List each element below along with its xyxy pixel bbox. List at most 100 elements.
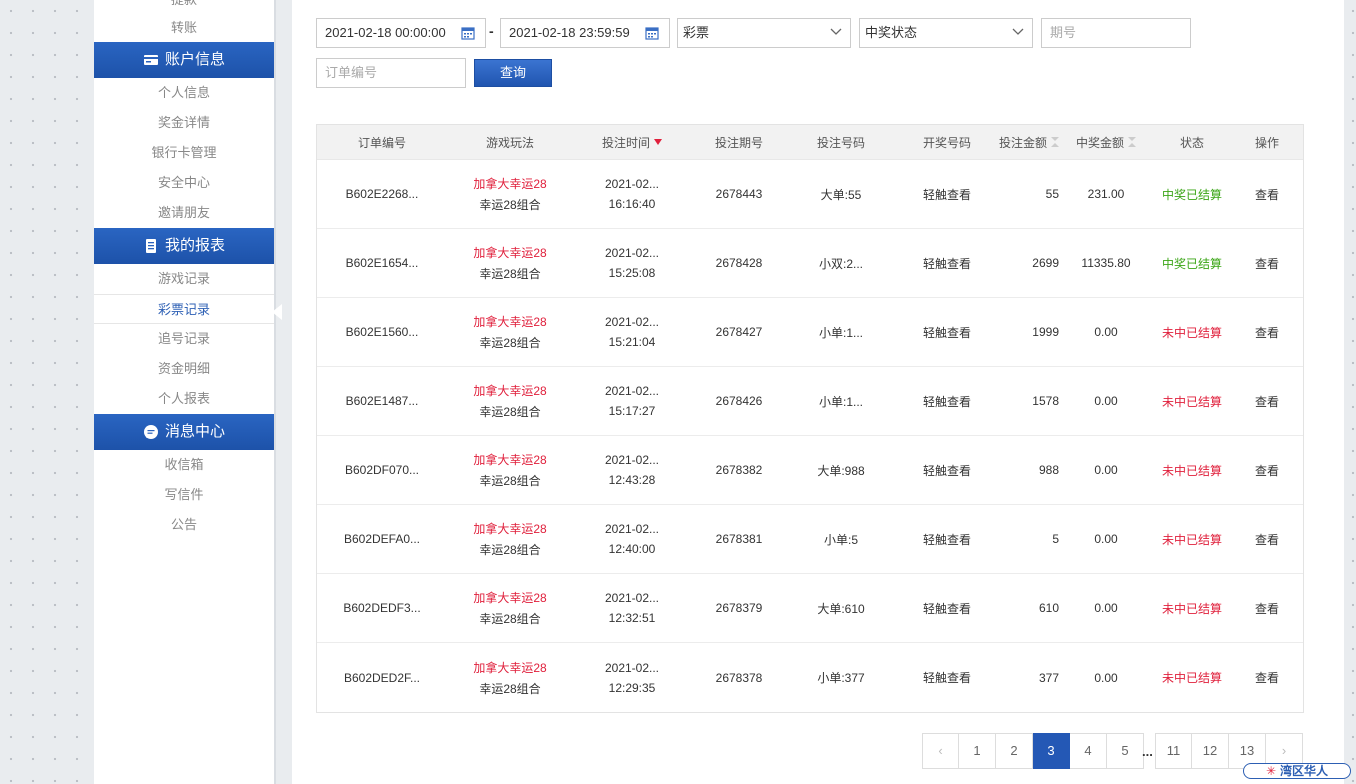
watermark-text: 湾区华人: [1280, 764, 1329, 778]
game-name: 加拿大幸运28: [473, 660, 547, 675]
calendar-icon[interactable]: [461, 26, 475, 40]
prev-page-button[interactable]: ‹: [922, 733, 959, 769]
sidebar-item-bankcard[interactable]: 银行卡管理: [94, 138, 274, 168]
watermark-logo: ✳ 湾区华人: [1243, 763, 1351, 779]
game-cell: 加拿大幸运28 幸运28组合: [447, 436, 573, 504]
bet-amount: 988: [1038, 463, 1059, 477]
table-row: B602DEFA0... 加拿大幸运28 幸运28组合 2021-02... 12:40…: [317, 505, 1303, 574]
sidebar-item-funds[interactable]: 资金明细: [94, 354, 274, 384]
section-header-reports[interactable]: 我的报表: [94, 228, 274, 264]
lottery-select[interactable]: 彩票: [677, 18, 851, 48]
bet-time: 15:25:08: [608, 266, 656, 280]
section-header-messages[interactable]: 消息中心: [94, 414, 274, 450]
game-cell: 加拿大幸运28 幸运28组合: [447, 643, 573, 712]
bet-date: 2021-02...: [604, 177, 660, 191]
bet-amount: 377: [1038, 670, 1059, 685]
page-button-current[interactable]: 3: [1033, 733, 1070, 769]
sidebar-item-inbox[interactable]: 收信箱: [94, 450, 274, 480]
page-button[interactable]: 2: [996, 733, 1033, 769]
table-row: B602DF070... 加拿大幸运28 幸运28组合 2021-02... 12:43…: [317, 436, 1303, 505]
bet-time-cell: 2021-02... 15:17:27: [573, 367, 691, 435]
start-time-field[interactable]: 2021-02-18 00:00:00: [316, 18, 486, 48]
draw-view-link[interactable]: 轻触查看: [895, 574, 999, 642]
active-item-pointer: [272, 304, 282, 320]
game-name: 加拿大幸运28: [473, 246, 547, 260]
sidebar-item-game-records[interactable]: 游戏记录: [94, 264, 274, 294]
sidebar-item-withdraw[interactable]: 提款: [94, 0, 274, 14]
query-button[interactable]: 查询: [474, 59, 552, 87]
bet-date: 2021-02...: [604, 315, 660, 329]
sidebar-item-compose[interactable]: 写信件: [94, 480, 274, 510]
bet-numbers: 大单:55: [820, 187, 862, 202]
section-title-reports: 我的报表: [164, 237, 225, 254]
view-link[interactable]: 查看: [1231, 229, 1303, 297]
bet-amount: 2699: [1032, 256, 1059, 270]
order-number: B602E1654...: [345, 256, 419, 270]
bet-date: 2021-02...: [604, 384, 660, 398]
sidebar-divider: [274, 0, 276, 784]
sidebar-item-security[interactable]: 安全中心: [94, 168, 274, 198]
sidebar-item-bonus[interactable]: 奖金详情: [94, 108, 274, 138]
play-type: 幸运28组合: [479, 267, 541, 281]
section-header-account[interactable]: 账户信息: [94, 42, 274, 78]
issue-input[interactable]: 期号: [1041, 18, 1191, 48]
view-link[interactable]: 查看: [1231, 574, 1303, 642]
game-name: 加拿大幸运28: [473, 384, 547, 398]
header-bet-time[interactable]: 投注时间: [573, 125, 691, 159]
order-number: B602E1560...: [345, 325, 419, 339]
issue-number: 2678382: [715, 463, 763, 477]
bet-date: 2021-02...: [604, 660, 660, 675]
end-time-field[interactable]: 2021-02-18 23:59:59: [500, 18, 670, 48]
header-win[interactable]: 中奖金额: [1059, 125, 1153, 159]
draw-view-link[interactable]: 轻触查看: [895, 436, 999, 504]
sidebar-item-personal-report[interactable]: 个人报表: [94, 384, 274, 414]
view-link[interactable]: 查看: [1231, 160, 1303, 228]
sidebar-item-profile[interactable]: 个人信息: [94, 78, 274, 108]
bet-numbers: 小单:1...: [818, 325, 863, 340]
sidebar-item-chase-records[interactable]: 追号记录: [94, 324, 274, 354]
sidebar-item-notice[interactable]: 公告: [94, 510, 274, 540]
page-button[interactable]: 11: [1155, 733, 1192, 769]
table-row: B602E2268... 加拿大幸运28 幸运28组合 2021-02... 16:16…: [317, 160, 1303, 229]
sort-desc-icon[interactable]: [654, 139, 662, 145]
page-button[interactable]: 5: [1107, 733, 1144, 769]
view-link[interactable]: 查看: [1231, 367, 1303, 435]
draw-view-link[interactable]: 轻触查看: [895, 367, 999, 435]
draw-view-link[interactable]: 轻触查看: [895, 160, 999, 228]
calendar-icon[interactable]: [645, 26, 659, 40]
draw-view-link[interactable]: 轻触查看: [895, 298, 999, 366]
sidebar: 提款 转账 账户信息 个人信息 奖金详情 银行卡管理 安全中心 邀请朋友 我的报…: [94, 0, 274, 784]
header-amount[interactable]: 投注金额: [999, 125, 1059, 159]
bet-time-cell: 2021-02... 15:21:04: [573, 298, 691, 366]
header-status: 状态: [1179, 135, 1204, 150]
status-badge: 未中已结算: [1161, 394, 1222, 409]
view-link[interactable]: 查看: [1231, 436, 1303, 504]
page-button[interactable]: 4: [1070, 733, 1107, 769]
play-type: 幸运28组合: [479, 336, 541, 350]
order-number-input[interactable]: 订单编号: [316, 58, 466, 88]
sort-icon[interactable]: [1128, 137, 1136, 147]
sort-icon[interactable]: [1051, 137, 1059, 147]
page-button[interactable]: 1: [959, 733, 996, 769]
sidebar-item-lottery-records[interactable]: 彩票记录: [94, 294, 274, 324]
play-type: 幸运28组合: [479, 405, 541, 419]
sidebar-item-transfer[interactable]: 转账: [94, 14, 274, 42]
view-link[interactable]: 查看: [1231, 643, 1303, 712]
win-status-select[interactable]: 中奖状态: [859, 18, 1033, 48]
draw-view-link[interactable]: 轻触查看: [895, 505, 999, 573]
issue-placeholder: 期号: [1050, 25, 1077, 40]
lottery-records-table: 订单编号 游戏玩法 投注时间 投注期号 投注号码 开奖号码 投注金额 中奖金额 …: [316, 124, 1304, 713]
start-time-value: 2021-02-18 00:00:00: [325, 25, 446, 40]
header-action: 操作: [1254, 135, 1279, 150]
win-amount: 0.00: [1094, 601, 1118, 615]
bet-time-cell: 2021-02... 12:32:51: [573, 574, 691, 642]
issue-number: 2678443: [715, 187, 763, 201]
sidebar-item-invite[interactable]: 邀请朋友: [94, 198, 274, 228]
page-button[interactable]: 12: [1192, 733, 1229, 769]
draw-view-link[interactable]: 轻触查看: [895, 643, 999, 712]
table-row: B602E1487... 加拿大幸运28 幸运28组合 2021-02... 15:17…: [317, 367, 1303, 436]
view-link[interactable]: 查看: [1231, 298, 1303, 366]
bet-date: 2021-02...: [604, 522, 660, 536]
draw-view-link[interactable]: 轻触查看: [895, 229, 999, 297]
view-link[interactable]: 查看: [1231, 505, 1303, 573]
